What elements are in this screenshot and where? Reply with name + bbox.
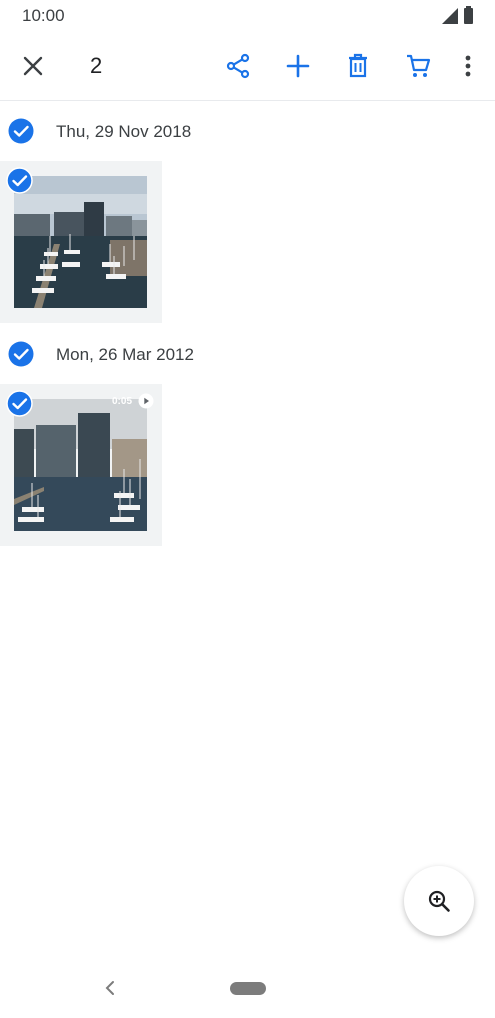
back-icon[interactable] bbox=[100, 978, 120, 998]
check-circle-icon[interactable] bbox=[8, 341, 34, 367]
zoom-in-button[interactable] bbox=[404, 866, 474, 936]
date-label: Thu, 29 Nov 2018 bbox=[56, 122, 192, 141]
more-options-button[interactable] bbox=[446, 44, 490, 88]
close-button[interactable] bbox=[11, 44, 55, 88]
video-duration: 0:05 bbox=[111, 396, 132, 407]
date-label: Mon, 26 Mar 2012 bbox=[56, 345, 194, 364]
add-icon bbox=[286, 54, 310, 78]
more-vert-icon bbox=[465, 55, 471, 77]
selected-check-icon[interactable] bbox=[6, 167, 33, 194]
selected-check-icon[interactable] bbox=[6, 390, 33, 417]
status-icons bbox=[442, 6, 473, 24]
close-icon bbox=[23, 56, 43, 76]
video-thumbnail[interactable]: 0:05 bbox=[0, 384, 162, 546]
add-to-button[interactable] bbox=[276, 44, 320, 88]
selected-count: 2 bbox=[90, 53, 103, 78]
order-prints-button[interactable] bbox=[396, 44, 440, 88]
battery-icon bbox=[464, 6, 473, 24]
marina-video-frame bbox=[14, 399, 147, 531]
system-nav-bar bbox=[0, 960, 495, 1018]
date-header-1[interactable]: Thu, 29 Nov 2018 bbox=[0, 112, 495, 152]
selection-toolbar: 2 bbox=[0, 32, 495, 101]
signal-icon bbox=[442, 8, 458, 24]
delete-icon bbox=[349, 53, 367, 78]
photo-thumbnail[interactable] bbox=[0, 161, 162, 323]
marina-photo bbox=[14, 176, 147, 308]
status-time: 10:00 bbox=[22, 6, 65, 25]
zoom-in-icon bbox=[428, 890, 450, 912]
home-pill[interactable] bbox=[230, 982, 266, 995]
play-icon bbox=[138, 393, 154, 409]
status-bar: 10:00 bbox=[0, 0, 495, 32]
date-header-2[interactable]: Mon, 26 Mar 2012 bbox=[0, 335, 495, 375]
cart-icon bbox=[407, 54, 431, 77]
share-icon bbox=[226, 53, 250, 79]
share-button[interactable] bbox=[216, 44, 260, 88]
check-circle-icon[interactable] bbox=[8, 118, 34, 144]
delete-button[interactable] bbox=[336, 44, 380, 88]
